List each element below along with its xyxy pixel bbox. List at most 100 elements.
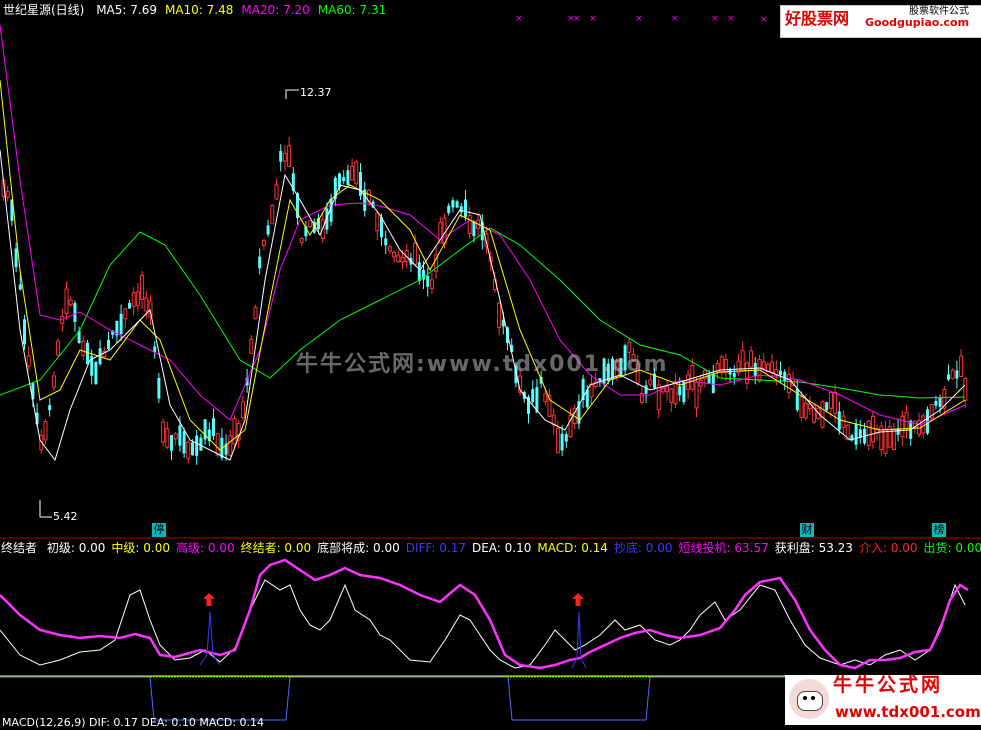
candle-body [648,379,653,385]
candle-body [51,375,56,388]
low-price-label: 5.42 [53,510,78,523]
candle-body [786,373,791,393]
candle-body [232,418,237,445]
cow-logo-icon [789,679,829,719]
candle-body [68,299,73,306]
candle-body [178,425,182,446]
candle-body [673,381,678,405]
candle-body [253,306,258,320]
candle-body [161,421,166,443]
chart-header: 世纪星源(日线) MA5: 7.69 MA10: 7.48 MA20: 7.20 MA… [3,3,386,17]
candle-body [744,362,749,384]
candle-body [170,435,173,451]
candle-body [346,170,350,186]
candle-body [803,402,808,419]
candle-body [387,246,392,252]
profit-line [0,579,966,669]
candle-body [870,415,875,443]
blue-spike-1 [199,611,221,666]
candle-body [258,256,262,269]
bottom-signal-line [0,676,790,721]
candle-body [270,204,275,225]
candle-body [165,428,170,448]
candle-body [555,427,560,454]
candle-body [128,302,131,309]
macd-label: MACD(12,26,9) DIF: 0.17 DEA: 0.10 MACD: … [2,716,265,729]
candle-body [396,254,401,263]
candle-body [678,386,682,396]
candle-body [531,389,535,403]
candle-body [43,421,48,441]
candle-body [950,369,955,379]
candle-body [938,397,942,407]
logo-main-text: 好股票网 [785,9,850,28]
candle-body [543,393,548,402]
candle-body [5,191,10,198]
candle-body [135,291,140,306]
candle-body [866,420,871,446]
finance-tag[interactable]: 财 [800,523,814,537]
candle-body [690,365,695,390]
candle-body [451,200,455,208]
ma-legend-item: MA5: 7.69 [96,3,157,17]
candle-body [728,369,732,375]
buy-arrow-2 [572,593,584,606]
list-tag[interactable]: 榜 [932,523,946,537]
ma-legend-item: MA60: 7.31 [317,3,387,17]
candle-body [384,238,388,246]
stop-trading-tag[interactable]: 停 [152,523,166,537]
corner-watermark-url: www.tdx001.com [835,703,981,721]
candle-body [282,152,287,162]
candle-body [123,308,128,320]
candle-body [891,428,896,450]
buy-arrow-1 [203,593,215,606]
candle-body [182,431,186,454]
candle-body [753,362,757,377]
candle-body [56,340,61,356]
candle-body [732,372,736,378]
candle-body [107,339,110,349]
candle-body [825,402,829,411]
candle-body [144,297,149,312]
candle-body [644,385,648,394]
candle-body [417,262,421,282]
candle-body [354,161,359,185]
stock-title: 世纪星源(日线) [3,3,85,17]
candle-body [854,423,858,445]
candle-body [694,381,699,409]
site-logo[interactable]: 好股票网 Goodgupiao.com 股票软件公式 [780,5,981,38]
candle-body [228,435,233,456]
candle-body [858,429,862,438]
price-chart[interactable]: × [0,0,981,540]
candle-body [669,388,674,404]
candle-body [195,435,199,456]
candle-body [261,239,266,247]
candle-body [682,381,686,403]
candle-body [783,371,787,382]
candle-body [560,433,564,451]
candle-body [14,248,18,268]
center-watermark: 牛牛公式网:www.tdx001.com [296,352,669,377]
candle-body [157,377,161,399]
candle-body [955,370,959,379]
candle-body [947,374,950,380]
candle-body [959,355,964,378]
candle-body [761,361,766,369]
candle-body [64,288,69,314]
candle-body [342,177,346,182]
candle-body [934,400,938,406]
candle-body [23,319,26,345]
candle-body [833,391,838,414]
candle-body [447,205,451,214]
speculation-line [0,558,969,670]
candle-body [564,434,568,442]
candle-body [900,415,905,438]
candle-body [467,215,472,234]
candle-body [883,428,888,454]
candle-body [904,411,909,430]
candle-body [740,350,745,372]
candle-body [350,165,355,181]
candle-body [464,199,467,217]
candle-body [73,302,77,323]
candle-body [429,279,434,289]
